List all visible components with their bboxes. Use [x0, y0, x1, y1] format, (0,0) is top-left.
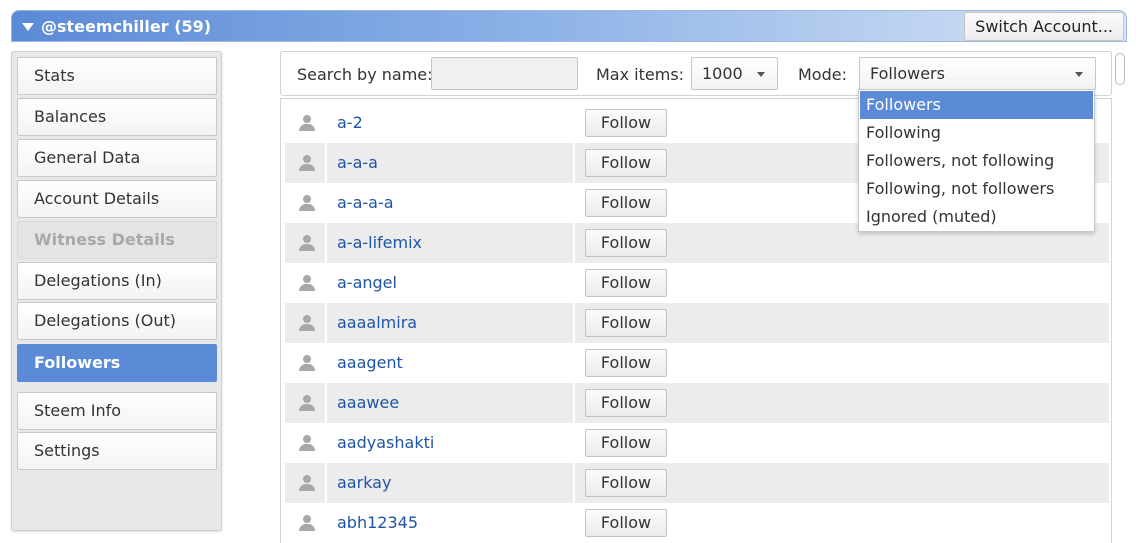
user-avatar-icon: [299, 275, 315, 291]
follow-button[interactable]: Follow: [585, 389, 667, 417]
mode-option-followers-not-following[interactable]: Followers, not following: [860, 147, 1093, 175]
follow-button[interactable]: Follow: [585, 269, 667, 297]
user-avatar-icon: [299, 195, 315, 211]
sidebar-item-general-data[interactable]: General Data: [17, 139, 217, 177]
table-row: a-angel Follow: [285, 263, 1109, 303]
user-avatar-icon: [299, 235, 315, 251]
follower-name-link[interactable]: a-a-a-a: [337, 193, 394, 212]
collapse-triangle-icon[interactable]: [22, 23, 34, 31]
max-items-select[interactable]: 1000: [691, 57, 778, 90]
user-avatar-icon: [299, 115, 315, 131]
table-row: abh12345 Follow: [285, 503, 1109, 543]
follower-name-link[interactable]: aarkay: [337, 473, 391, 492]
mode-dropdown-menu: Followers Following Followers, not follo…: [858, 89, 1095, 232]
follower-name-link[interactable]: aaaalmira: [337, 313, 417, 332]
switch-account-button[interactable]: Switch Account...: [964, 12, 1124, 41]
follow-button[interactable]: Follow: [585, 189, 667, 217]
search-label: Search by name:: [297, 65, 433, 84]
follow-button[interactable]: Follow: [585, 349, 667, 377]
follower-name-link[interactable]: a-2: [337, 113, 363, 132]
user-avatar-icon: [299, 515, 315, 531]
mode-value: Followers: [870, 64, 945, 83]
table-row: aaaalmira Follow: [285, 303, 1109, 343]
follow-button[interactable]: Follow: [585, 429, 667, 457]
table-row: aaagent Follow: [285, 343, 1109, 383]
max-items-value: 1000: [702, 64, 743, 83]
mode-select[interactable]: Followers: [859, 57, 1096, 90]
follower-name-link[interactable]: a-angel: [337, 273, 397, 292]
scrollbar-thumb[interactable]: [1115, 53, 1125, 85]
table-row: aadyashakti Follow: [285, 423, 1109, 463]
mode-option-following-not-followers[interactable]: Following, not followers: [860, 175, 1093, 203]
follower-name-link[interactable]: abh12345: [337, 513, 418, 532]
sidebar: Stats Balances General Data Account Deta…: [11, 51, 222, 531]
account-title: @steemchiller (59): [41, 17, 212, 36]
follow-button[interactable]: Follow: [585, 309, 667, 337]
follow-button[interactable]: Follow: [585, 149, 667, 177]
follow-button[interactable]: Follow: [585, 229, 667, 257]
scrollbar[interactable]: [1114, 51, 1126, 543]
user-avatar-icon: [299, 155, 315, 171]
max-items-label: Max items:: [596, 65, 685, 84]
sidebar-item-account-details[interactable]: Account Details: [17, 180, 217, 218]
follow-button[interactable]: Follow: [585, 509, 667, 537]
follower-name-link[interactable]: a-a-lifemix: [337, 233, 422, 252]
sidebar-item-followers[interactable]: Followers: [17, 344, 217, 382]
follower-name-link[interactable]: aaagent: [337, 353, 403, 372]
mode-option-following[interactable]: Following: [860, 119, 1093, 147]
sidebar-item-stats[interactable]: Stats: [17, 57, 217, 95]
follower-name-link[interactable]: a-a-a: [337, 153, 378, 172]
sidebar-item-settings[interactable]: Settings: [17, 432, 217, 470]
follow-button[interactable]: Follow: [585, 109, 667, 137]
sidebar-item-balances[interactable]: Balances: [17, 98, 217, 136]
user-avatar-icon: [299, 435, 315, 451]
sidebar-item-witness-details: Witness Details: [17, 221, 217, 259]
mode-option-followers[interactable]: Followers: [860, 91, 1093, 119]
chevron-down-icon: [757, 72, 765, 77]
sidebar-item-steem-info[interactable]: Steem Info: [17, 392, 217, 430]
follow-button[interactable]: Follow: [585, 469, 667, 497]
mode-label: Mode:: [798, 65, 847, 84]
table-row: aaawee Follow: [285, 383, 1109, 423]
sidebar-item-delegations-in[interactable]: Delegations (In): [17, 262, 217, 300]
follower-name-link[interactable]: aaawee: [337, 393, 399, 412]
account-header: @steemchiller (59) Switch Account...: [11, 10, 1127, 42]
user-avatar-icon: [299, 475, 315, 491]
table-row: aarkay Follow: [285, 463, 1109, 503]
user-avatar-icon: [299, 355, 315, 371]
search-input[interactable]: [431, 57, 578, 90]
chevron-down-icon: [1075, 72, 1083, 77]
user-avatar-icon: [299, 395, 315, 411]
sidebar-item-delegations-out[interactable]: Delegations (Out): [17, 302, 217, 340]
user-avatar-icon: [299, 315, 315, 331]
mode-option-ignored[interactable]: Ignored (muted): [860, 203, 1093, 231]
follower-name-link[interactable]: aadyashakti: [337, 433, 434, 452]
